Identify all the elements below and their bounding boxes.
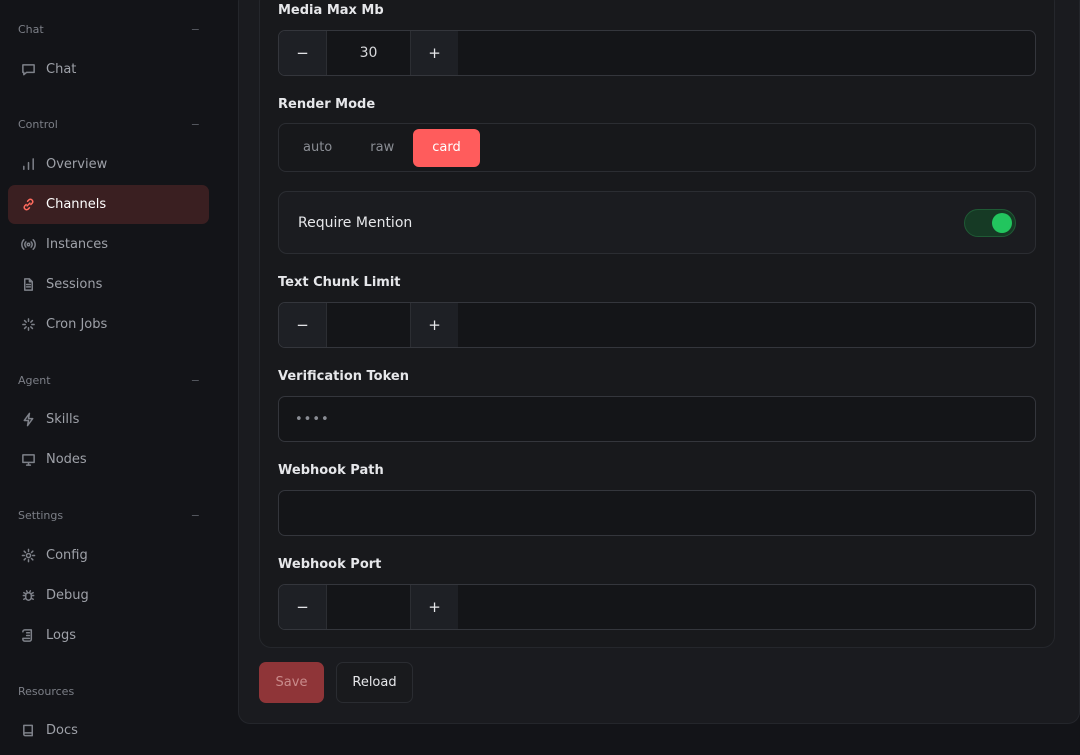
section-label: Chat <box>18 22 44 36</box>
section-label: Agent <box>18 373 51 387</box>
increment-button[interactable]: + <box>411 303 458 347</box>
monitor-icon <box>20 452 36 468</box>
collapse-icon[interactable]: − <box>191 23 200 36</box>
sidebar-item-debug[interactable]: Debug <box>8 576 209 615</box>
sidebar-item-logs[interactable]: Logs <box>8 616 209 655</box>
decrement-button[interactable]: − <box>279 31 326 75</box>
decrement-button[interactable]: − <box>279 303 326 347</box>
require-mention-row: Require Mention <box>278 191 1036 254</box>
app: Chat − Chat Control − Overview Channels <box>0 0 1080 755</box>
webhook-port-label: Webhook Port <box>278 557 382 572</box>
lightning-icon <box>20 412 36 428</box>
sidebar-item-label: Logs <box>46 628 76 643</box>
sidebar-item-docs[interactable]: Docs <box>8 711 209 750</box>
render-mode-option-auto[interactable]: auto <box>284 129 351 167</box>
section-resources[interactable]: Resources <box>18 683 200 699</box>
sidebar-item-label: Debug <box>46 588 89 603</box>
reload-button[interactable]: Reload <box>336 662 413 703</box>
verification-token-input[interactable]: •••• <box>278 396 1036 442</box>
chat-bubble-icon <box>20 62 36 78</box>
sidebar-item-label: Overview <box>46 157 108 172</box>
sidebar-item-instances[interactable]: Instances <box>8 225 209 264</box>
sidebar-item-label: Sessions <box>46 277 103 292</box>
require-mention-label: Require Mention <box>298 214 413 231</box>
sidebar-item-label: Chat <box>46 62 77 77</box>
section-agent[interactable]: Agent − <box>18 372 200 388</box>
verification-token-label: Verification Token <box>278 369 409 384</box>
collapse-icon[interactable]: − <box>191 374 200 387</box>
media-max-mb-input[interactable]: 30 <box>326 31 411 75</box>
gear-icon <box>20 548 36 564</box>
bug-icon <box>20 588 36 604</box>
text-chunk-limit-label: Text Chunk Limit <box>278 275 401 290</box>
sidebar-item-cron-jobs[interactable]: Cron Jobs <box>8 305 209 344</box>
increment-button[interactable]: + <box>411 585 458 629</box>
increment-button[interactable]: + <box>411 31 458 75</box>
sidebar-item-sessions[interactable]: Sessions <box>8 265 209 304</box>
require-mention-toggle[interactable] <box>964 208 1016 237</box>
section-label: Control <box>18 117 58 131</box>
sidebar-item-config[interactable]: Config <box>8 536 209 575</box>
sidebar-item-label: Cron Jobs <box>46 317 108 332</box>
sidebar-item-overview[interactable]: Overview <box>8 145 209 184</box>
webhook-port-stepper[interactable]: − + <box>278 584 1036 630</box>
render-mode-option-card[interactable]: card <box>413 128 480 167</box>
media-max-mb-label: Media Max Mb <box>278 3 384 18</box>
link-icon <box>20 197 36 213</box>
document-icon <box>20 277 36 293</box>
webhook-path-input[interactable] <box>278 490 1036 536</box>
media-max-mb-stepper[interactable]: − 30 + <box>278 30 1036 76</box>
render-mode-segmented-control: auto raw card <box>278 123 1036 172</box>
radio-signal-icon <box>20 237 36 253</box>
bar-chart-icon <box>20 157 36 173</box>
section-label: Resources <box>18 684 75 698</box>
sidebar-item-channels[interactable]: Channels <box>8 185 209 224</box>
sidebar-item-label: Skills <box>46 412 80 427</box>
sidebar-item-nodes[interactable]: Nodes <box>8 440 209 479</box>
save-button[interactable]: Save <box>259 662 324 703</box>
sidebar-item-label: Config <box>46 548 88 563</box>
loader-icon <box>20 317 36 333</box>
book-icon <box>20 723 36 739</box>
render-mode-label: Render Mode <box>278 97 376 112</box>
section-chat[interactable]: Chat − <box>18 21 200 37</box>
section-settings[interactable]: Settings − <box>18 507 200 523</box>
sidebar-item-skills[interactable]: Skills <box>8 400 209 439</box>
webhook-path-label: Webhook Path <box>278 463 384 478</box>
toggle-knob <box>992 212 1012 233</box>
text-chunk-limit-stepper[interactable]: − + <box>278 302 1036 348</box>
text-chunk-limit-input[interactable] <box>326 303 411 347</box>
sidebar-item-label: Channels <box>46 197 107 212</box>
collapse-icon[interactable]: − <box>191 509 200 522</box>
webhook-port-input[interactable] <box>326 585 411 629</box>
collapse-icon[interactable]: − <box>191 118 200 131</box>
sidebar-item-label: Nodes <box>46 452 87 467</box>
scroll-icon <box>20 628 36 644</box>
section-control[interactable]: Control − <box>18 116 200 132</box>
sidebar-item-label: Instances <box>46 237 109 252</box>
section-label: Settings <box>18 508 64 522</box>
sidebar: Chat − Chat Control − Overview Channels <box>0 0 218 755</box>
decrement-button[interactable]: − <box>279 585 326 629</box>
sidebar-item-chat[interactable]: Chat <box>8 50 209 89</box>
render-mode-option-raw[interactable]: raw <box>351 129 413 167</box>
sidebar-item-label: Docs <box>46 723 78 738</box>
